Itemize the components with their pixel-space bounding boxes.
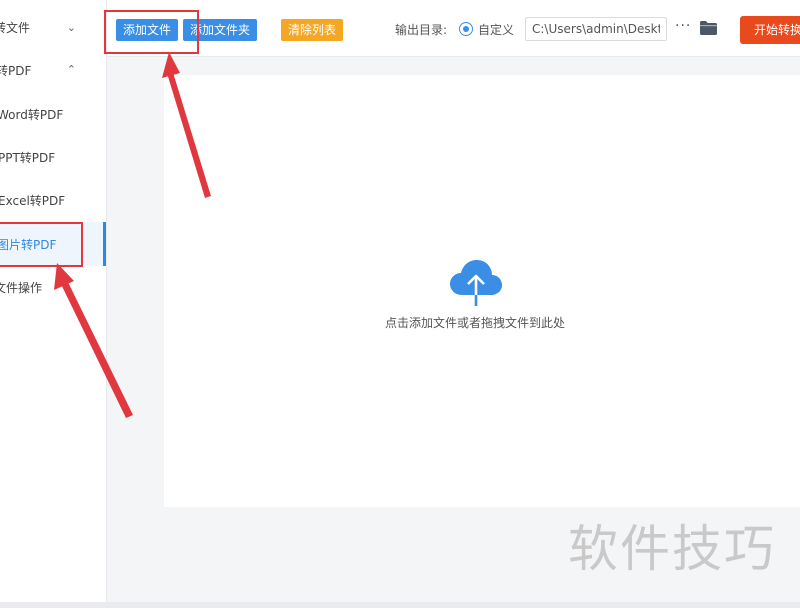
- folder-icon[interactable]: [700, 21, 717, 35]
- watermark: 软件技巧: [568, 520, 776, 578]
- output-dir-label: 输出目录:: [395, 23, 448, 37]
- custom-radio[interactable]: [459, 22, 473, 36]
- sidebar-item-label: 图片转PDF: [0, 237, 57, 252]
- chevron-down-icon: ⌄: [64, 281, 74, 294]
- sidebar-group-to-pdf[interactable]: 转PDF ⌃: [0, 49, 106, 92]
- output-path-input[interactable]: [525, 17, 667, 41]
- active-indicator: [103, 222, 106, 266]
- add-file-button[interactable]: 添加文件: [116, 19, 179, 41]
- sidebar-item-label: Excel转PDF: [0, 194, 66, 208]
- drop-hint: 点击添加文件或者拖拽文件到此处: [384, 316, 565, 330]
- cloud-upload-icon: [450, 260, 502, 306]
- chevron-down-icon: ⌄: [66, 21, 76, 34]
- sidebar-item-label: Word转PDF: [0, 108, 64, 122]
- sidebar: 转文件 ⌄ 转PDF ⌃ Word转PDF PPT转PDF Excel转PDF …: [0, 0, 107, 602]
- sidebar-item-ppt-to-pdf[interactable]: PPT转PDF: [0, 136, 106, 179]
- sidebar-item-label: 文件操作: [0, 281, 43, 295]
- sidebar-item-image-to-pdf[interactable]: 图片转PDF: [0, 222, 106, 266]
- sidebar-item-label: 转文件: [0, 21, 31, 35]
- chevron-up-icon: ⌃: [66, 63, 76, 76]
- sidebar-item-label: PPT转PDF: [0, 151, 56, 165]
- sidebar-item-word-to-pdf[interactable]: Word转PDF: [0, 93, 106, 136]
- sidebar-group-convert-file[interactable]: 转文件 ⌄: [0, 6, 106, 49]
- bottom-bar: [0, 602, 800, 608]
- sidebar-item-excel-to-pdf[interactable]: Excel转PDF: [0, 179, 106, 222]
- clear-list-button[interactable]: 清除列表: [281, 19, 344, 41]
- sidebar-item-label: 转PDF: [0, 64, 32, 78]
- custom-radio-label[interactable]: 自定义: [478, 21, 514, 38]
- start-convert-button[interactable]: 开始转换: [740, 16, 800, 44]
- file-drop-zone[interactable]: 点击添加文件或者拖拽文件到此处: [164, 75, 800, 507]
- more-icon[interactable]: ···: [675, 18, 691, 34]
- toolbar: 添加文件 添加文件夹 清除列表 输出目录: 自定义 ··· 开始转换: [107, 0, 800, 57]
- sidebar-group-file-ops[interactable]: 文件操作 ⌄: [0, 266, 106, 309]
- add-folder-button[interactable]: 添加文件夹: [183, 19, 258, 41]
